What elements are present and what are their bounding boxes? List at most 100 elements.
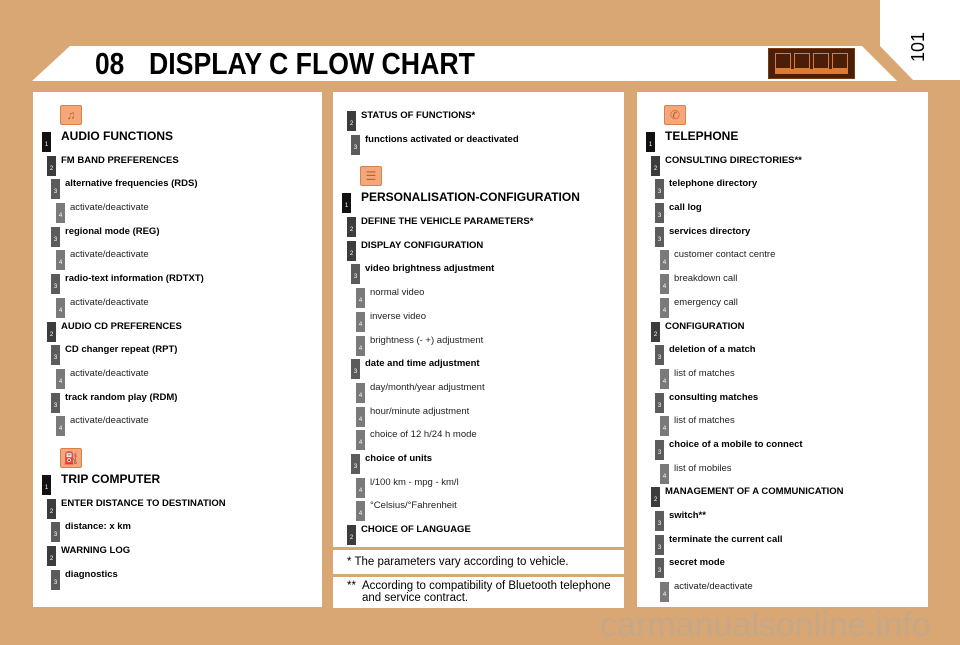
menu-level-4-item: 4 customer contact centre bbox=[637, 243, 928, 271]
menu-item-label: DEFINE THE VEHICLE PARAMETERS* bbox=[361, 216, 534, 228]
menu-level-4-item: 4 °Celsius/°Fahrenheit bbox=[333, 494, 624, 522]
menu-item-label: call log bbox=[669, 202, 702, 214]
menu-item-label: TRIP COMPUTER bbox=[61, 471, 161, 486]
radio-icon: ♫ bbox=[60, 105, 82, 125]
menu-item-label: regional mode (REG) bbox=[65, 225, 160, 237]
menu-item-label: customer contact centre bbox=[674, 249, 776, 261]
menu-level-2-item: 2 ENTER DISTANCE TO DESTINATION bbox=[33, 492, 322, 519]
menu-item-label: secret mode bbox=[669, 557, 725, 569]
menu-level-3-item: 3 telephone directory bbox=[637, 172, 928, 200]
menu-level-2-item: 2 DISPLAY CONFIGURATION bbox=[333, 234, 624, 261]
menu-level-4-item: 4 activate/deactivate bbox=[33, 291, 322, 318]
menu-level-1-item: 1 AUDIO FUNCTIONS bbox=[33, 125, 322, 152]
telephone-icon: ✆ bbox=[664, 105, 686, 125]
menu-level-2-item: 2 CONSULTING DIRECTORIES** bbox=[637, 149, 928, 176]
menu-item-label: telephone directory bbox=[669, 178, 758, 190]
menu-level-4-item: 4 activate/deactivate bbox=[33, 243, 322, 271]
menu-level-4-item: 4 list of matches bbox=[637, 409, 928, 437]
menu-item-label: activate/deactivate bbox=[70, 296, 149, 308]
menu-item-label: l/100 km - mpg - km/l bbox=[370, 476, 459, 488]
trip-computer-icon: ⛽ bbox=[60, 447, 82, 468]
page-title: DISPLAY C FLOW CHART bbox=[149, 46, 475, 81]
menu-level-2-item: 2 DEFINE THE VEHICLE PARAMETERS* bbox=[333, 210, 624, 238]
menu-level-2-item: 2 STATUS OF FUNCTIONS* bbox=[333, 104, 624, 131]
menu-item-label: track random play (RDM) bbox=[65, 391, 178, 403]
category-icon-row: ☰ bbox=[333, 151, 624, 187]
menu-level-4-item: 4 activate/deactivate bbox=[33, 362, 322, 389]
menu-item-label: distance: x km bbox=[65, 521, 131, 533]
category-icon-row: ⛽ bbox=[33, 433, 322, 468]
menu-level-3-item: 3 choice of a mobile to connect bbox=[637, 433, 928, 460]
menu-level-3-item: 3 consulting matches bbox=[637, 386, 928, 413]
menu-level-3-item: 3 distance: x km bbox=[33, 515, 322, 543]
menu-item-label: °Celsius/°Fahrenheit bbox=[370, 500, 457, 512]
menu-level-2-item: 2 FM BAND PREFERENCES bbox=[33, 149, 322, 176]
footnote-1-mark: * bbox=[347, 556, 352, 568]
menu-level-3-item: 3 regional mode (REG) bbox=[33, 220, 322, 247]
menu-level-2-item: 2 WARNING LOG bbox=[33, 539, 322, 566]
menu-item-label: choice of a mobile to connect bbox=[669, 438, 803, 450]
menu-item-label: list of matches bbox=[674, 367, 735, 379]
menu-level-2-item: 2 CHOICE OF LANGUAGE bbox=[333, 518, 624, 545]
menu-level-4-item: 4 breakdown call bbox=[637, 267, 928, 295]
menu-level-3-item: 3 terminate the current call bbox=[637, 528, 928, 555]
menu-item-label: terminate the current call bbox=[669, 533, 783, 545]
menu-item-label: list of mobiles bbox=[674, 462, 732, 474]
menu-item-label: radio-text information (RDTXT) bbox=[65, 273, 204, 285]
menu-level-3-item: 3 alternative frequencies (RDS) bbox=[33, 172, 322, 200]
level-badge: 2 bbox=[347, 525, 356, 545]
menu-level-2-item: 2 MANAGEMENT OF A COMMUNICATION bbox=[637, 480, 928, 508]
menu-item-label: consulting matches bbox=[669, 391, 759, 403]
personalisation-icon bbox=[794, 53, 810, 69]
menu-item-label: activate/deactivate bbox=[70, 249, 149, 261]
footnote-2-line-1: According to compatibility of Bluetooth … bbox=[362, 580, 611, 592]
menu-level-1-item: 1 TELEPHONE bbox=[637, 125, 928, 152]
menu-item-label: list of matches bbox=[674, 415, 735, 427]
menu-item-label: day/month/year adjustment bbox=[370, 381, 485, 393]
personalisation-icon: ☰ bbox=[360, 166, 382, 187]
telephone-icon bbox=[832, 53, 848, 69]
menu-level-3-item: 3 switch** bbox=[637, 504, 928, 531]
menu-level-4-item: 4 normal video bbox=[333, 281, 624, 309]
menu-level-4-item: 4 activate/deactivate bbox=[637, 575, 928, 603]
menu-item-label: activate/deactivate bbox=[70, 367, 149, 379]
menu-item-label: breakdown call bbox=[674, 273, 738, 285]
menu-level-3-item: 3 CD changer repeat (RPT) bbox=[33, 338, 322, 366]
menu-item-label: alternative frequencies (RDS) bbox=[65, 178, 198, 190]
footnote-1: * The parameters vary according to vehic… bbox=[333, 550, 624, 574]
menu-item-label: switch** bbox=[669, 510, 706, 521]
menu-item-label: normal video bbox=[370, 287, 425, 299]
settings-icon bbox=[813, 53, 829, 69]
menu-item-label: AUDIO FUNCTIONS bbox=[61, 129, 173, 143]
menu-item-label: STATUS OF FUNCTIONS* bbox=[361, 110, 476, 121]
section-icons bbox=[768, 48, 855, 79]
menu-level-4-item: 4 hour/minute adjustment bbox=[333, 400, 624, 427]
icon-shelf bbox=[775, 69, 848, 74]
footnote-1-text: The parameters vary according to vehicle… bbox=[354, 556, 569, 568]
menu-item-label: PERSONALISATION-CONFIGURATION bbox=[361, 190, 580, 205]
menu-item-label: deletion of a match bbox=[669, 344, 756, 356]
watermark: carmanualsonline.info bbox=[600, 606, 931, 644]
menu-item-label: hour/minute adjustment bbox=[370, 405, 470, 417]
menu-item-label: diagnostics bbox=[65, 568, 118, 580]
category-icon-row: ✆ bbox=[637, 104, 928, 125]
menu-item-label: activate/deactivate bbox=[70, 202, 149, 214]
menu-item-label: AUDIO CD PREFERENCES bbox=[61, 320, 182, 332]
menu-level-3-item: 3 video brightness adjustment bbox=[333, 257, 624, 285]
menu-level-3-item: 3 secret mode bbox=[637, 551, 928, 579]
level-badge: 4 bbox=[660, 582, 669, 603]
panel-telephone: ✆ 1 TELEPHONE 2 CONSULTING DIRECTORIES** 3 tel… bbox=[637, 92, 928, 607]
menu-level-3-item: 3 services directory bbox=[637, 220, 928, 247]
menu-item-label: services directory bbox=[669, 225, 751, 237]
menu-item-label: choice of 12 h/24 h mode bbox=[370, 429, 477, 441]
menu-level-3-item: 3 date and time adjustment bbox=[333, 352, 624, 380]
menu-item-label: TELEPHONE bbox=[665, 129, 739, 143]
menu-level-4-item: 4 list of mobiles bbox=[637, 457, 928, 484]
menu-item-label: CONFIGURATION bbox=[665, 320, 745, 332]
footnote-2: ** According to compatibility of Bluetoo… bbox=[333, 577, 624, 608]
menu-item-label: activate/deactivate bbox=[674, 581, 753, 593]
menu-level-3-item: 3 deletion of a match bbox=[637, 338, 928, 366]
menu-item-label: ENTER DISTANCE TO DESTINATION bbox=[61, 497, 226, 509]
menu-level-2-item: 2 CONFIGURATION bbox=[637, 315, 928, 342]
menu-item-label: CHOICE OF LANGUAGE bbox=[361, 524, 471, 535]
